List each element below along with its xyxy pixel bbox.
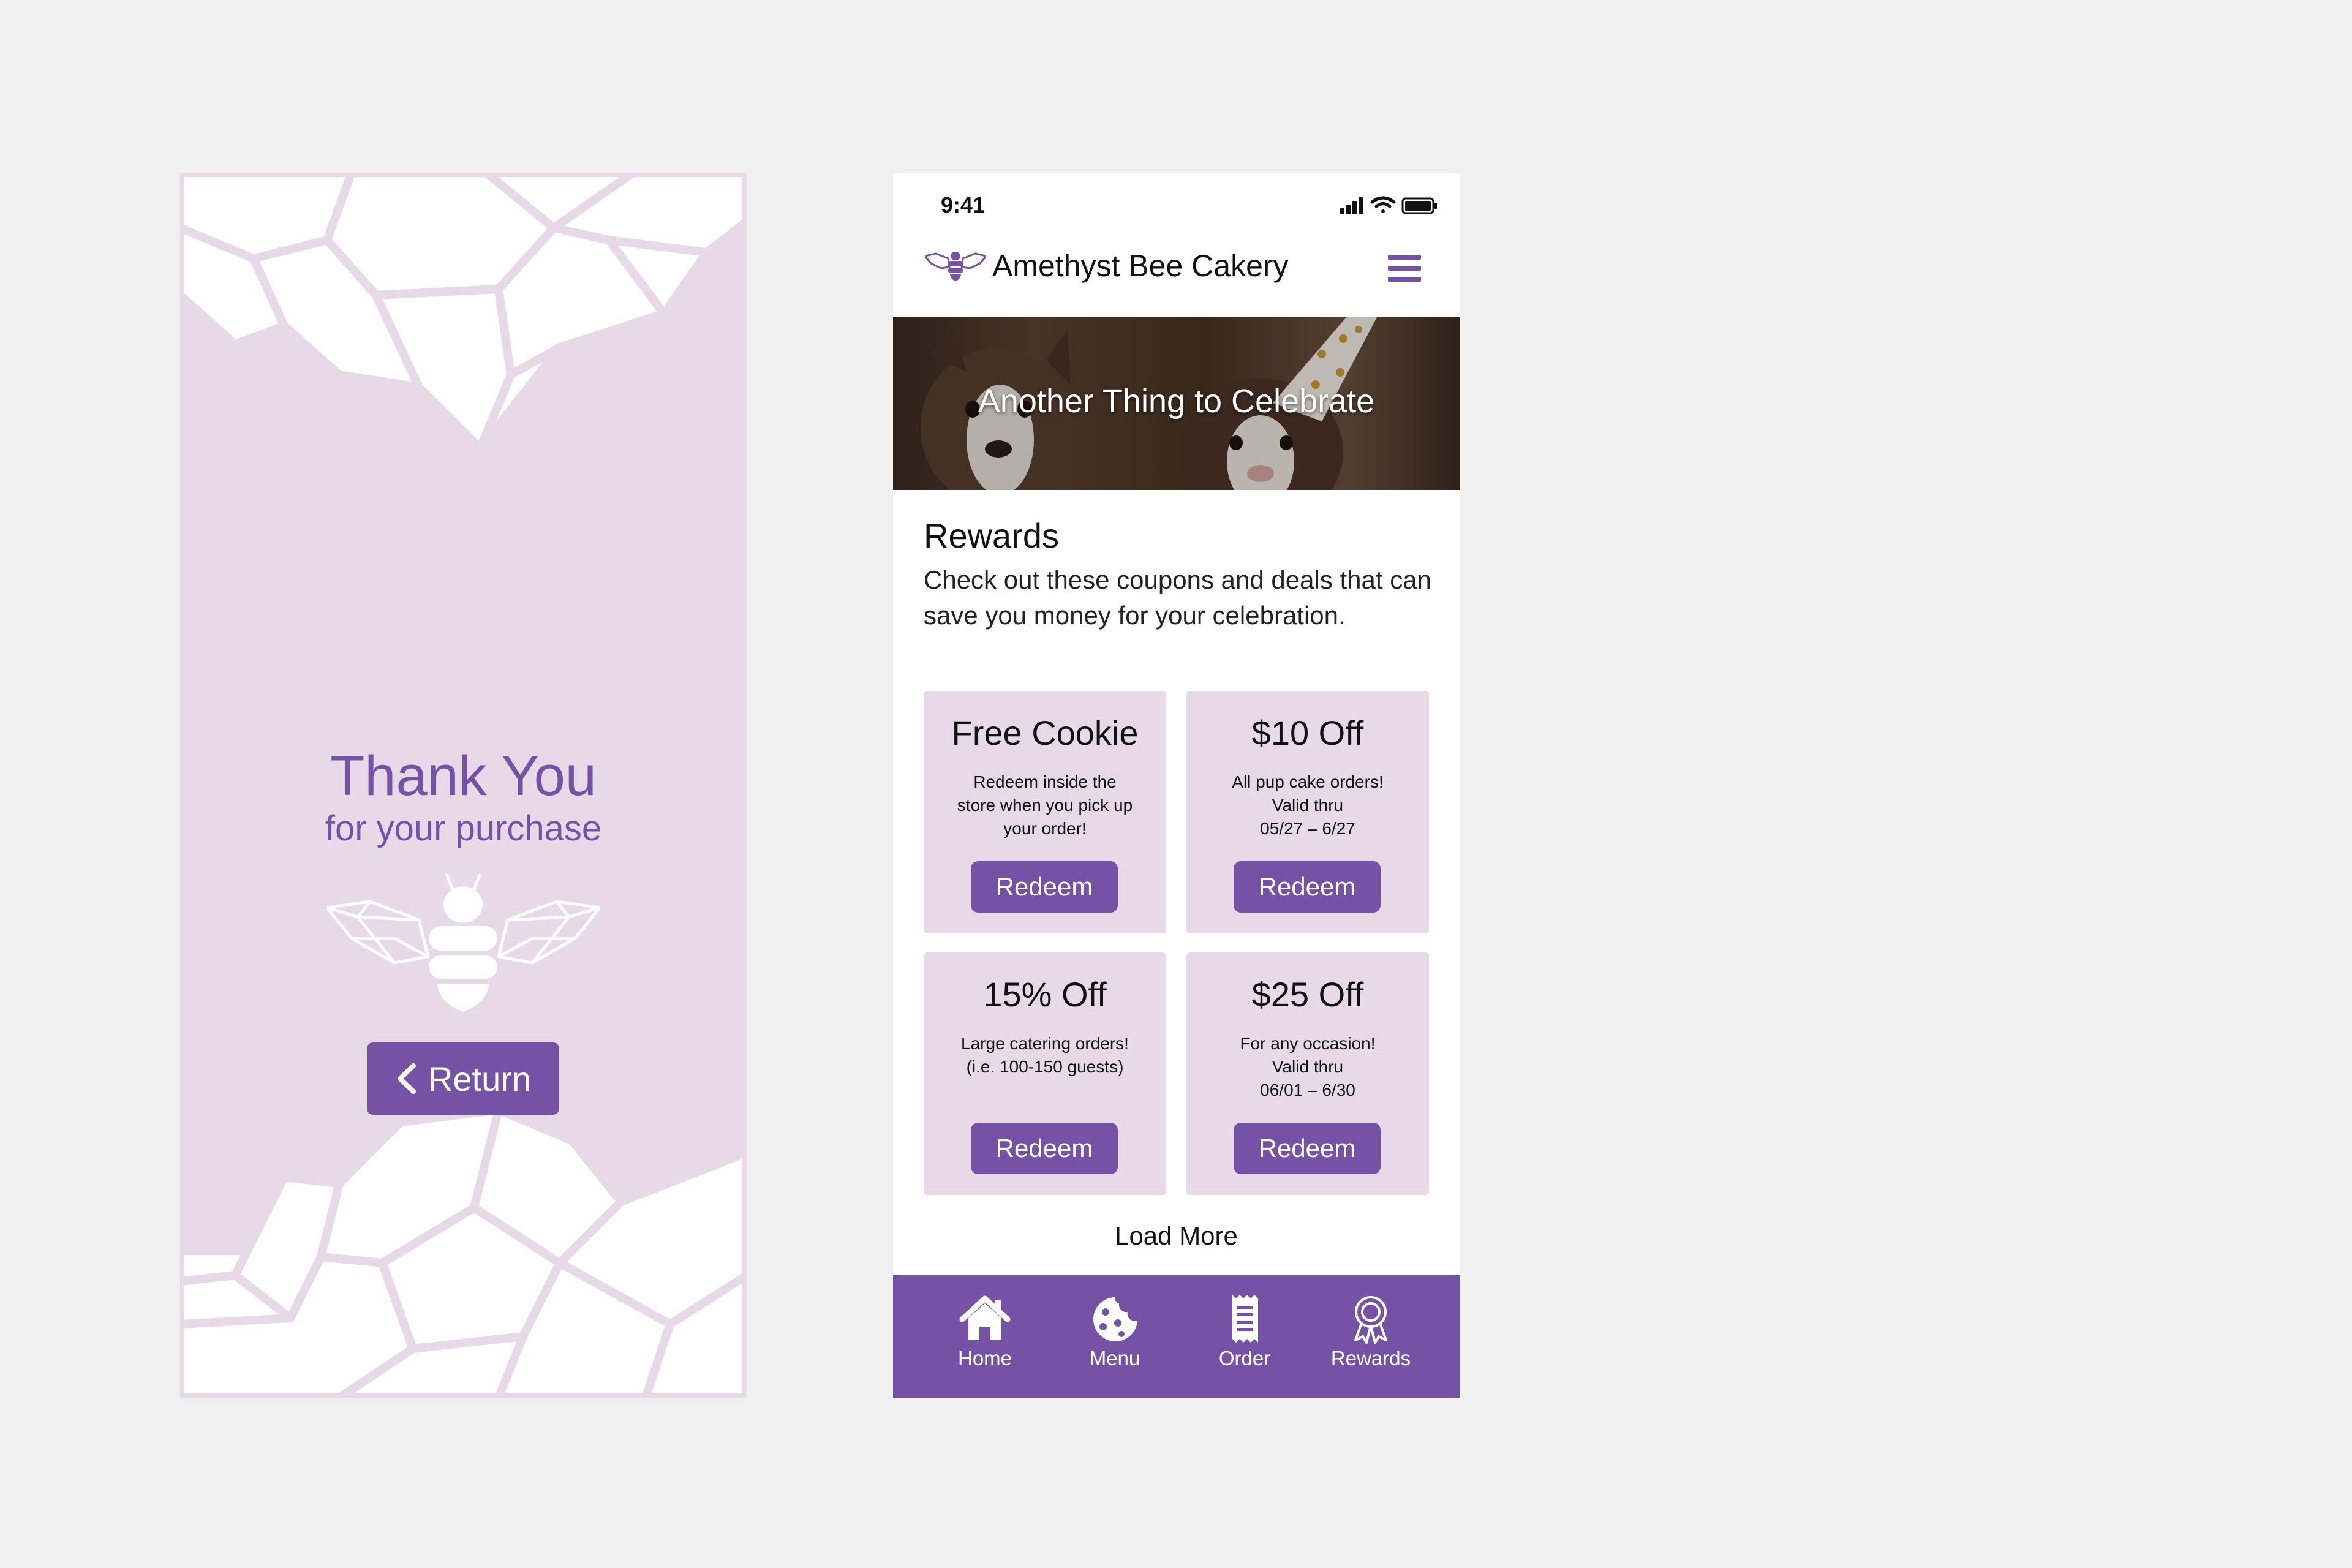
- rewards-heading: Rewards: [924, 516, 1059, 555]
- wifi-icon: [1370, 196, 1396, 213]
- status-bar-icons: [1340, 196, 1437, 214]
- home-icon: [959, 1295, 1011, 1340]
- tab-rewards-label: Rewards: [1330, 1347, 1411, 1370]
- tab-rewards[interactable]: Rewards: [1310, 1294, 1432, 1371]
- tab-home-label: Home: [957, 1347, 1012, 1370]
- coupon-title: $25 Off: [1251, 975, 1364, 1014]
- coupon-description: All pup cake orders! Valid thru 05/27 – …: [1232, 772, 1384, 838]
- coupon-card: Free Cookie Redeem inside the store when…: [924, 691, 1166, 933]
- redeem-button[interactable]: Redeem: [971, 861, 1118, 913]
- coupon-description: Large catering orders! (i.e. 100-150 gue…: [961, 1034, 1129, 1076]
- thank-you-screen: Thank You for your purchase Return: [180, 173, 747, 1398]
- redeem-button[interactable]: Redeem: [1234, 861, 1381, 913]
- redeem-button[interactable]: Redeem: [971, 1123, 1118, 1174]
- battery-icon: [1401, 197, 1437, 214]
- tab-order[interactable]: Order: [1183, 1294, 1306, 1371]
- coupon-card: $25 Off For any occasion! Valid thru 06/…: [1186, 952, 1429, 1195]
- bee-icon: [327, 873, 600, 1012]
- chevron-left-icon: [397, 1063, 416, 1094]
- return-button[interactable]: Return: [367, 1042, 559, 1115]
- rewards-screen: 9:41 Amethyst Bee Cakery Another Thing t…: [893, 173, 1460, 1398]
- brand-name: Amethyst Bee Cakery: [992, 249, 1289, 283]
- coupon-title: Free Cookie: [951, 714, 1139, 752]
- coupon-title: 15% Off: [983, 975, 1107, 1014]
- load-more-button[interactable]: Load More: [893, 1221, 1460, 1251]
- receipt-icon: [1232, 1295, 1258, 1343]
- tab-order-label: Order: [1218, 1347, 1271, 1370]
- cookie-icon: [1093, 1297, 1137, 1341]
- coupon-description: Redeem inside the store when you pick up…: [957, 772, 1133, 838]
- thank-you-subtitle: for your purchase: [325, 809, 602, 848]
- coupon-description: For any occasion! Valid thru 06/01 – 6/3…: [1240, 1034, 1376, 1099]
- bee-logo-icon: [925, 252, 986, 281]
- hero-title: Another Thing to Celebrate: [978, 383, 1375, 420]
- coupon-card: 15% Off Large catering orders! (i.e. 100…: [924, 952, 1166, 1195]
- status-time: 9:41: [941, 192, 986, 217]
- award-ribbon-icon: [1354, 1296, 1387, 1344]
- tab-home[interactable]: Home: [924, 1294, 1046, 1371]
- return-button-label: Return: [428, 1059, 532, 1098]
- signal-icon: [1340, 197, 1363, 214]
- redeem-button[interactable]: Redeem: [1234, 1123, 1381, 1174]
- thank-you-title: Thank You: [330, 745, 597, 807]
- bottom-tab-bar: Home Menu Order Rewards: [893, 1275, 1460, 1398]
- coupon-title: $10 Off: [1251, 714, 1364, 752]
- tab-menu[interactable]: Menu: [1054, 1294, 1176, 1371]
- hamburger-menu-icon[interactable]: [1388, 254, 1421, 283]
- hero-banner: Another Thing to Celebrate: [893, 317, 1460, 490]
- coupon-card: $10 Off All pup cake orders! Valid thru …: [1186, 691, 1429, 933]
- rewards-description: Check out these coupons and deals that c…: [924, 565, 1431, 630]
- tab-menu-label: Menu: [1089, 1347, 1140, 1370]
